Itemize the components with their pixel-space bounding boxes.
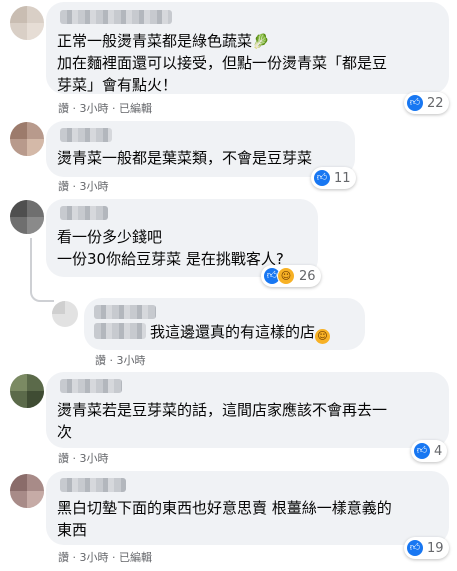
commenter-name-blurred[interactable] xyxy=(60,128,112,142)
timestamp-link[interactable]: 3小時 xyxy=(80,102,109,115)
thumbs-up-icon: 👍︎ xyxy=(407,540,423,556)
comment-meta: 讚 · 3小時 · 已編輯 xyxy=(58,551,152,564)
edited-label: 已編輯 xyxy=(119,102,152,115)
timestamp-link[interactable]: 3小時 xyxy=(80,180,109,193)
timestamp-link[interactable]: 3小時 xyxy=(117,354,146,367)
thread-connector xyxy=(30,238,54,302)
commenter-name-blurred[interactable] xyxy=(60,206,108,220)
reaction-count-badge[interactable]: 👍︎ 11 xyxy=(311,167,356,189)
timestamp-link[interactable]: 3小時 xyxy=(80,452,109,465)
comment-text-line: 看一份多少錢吧 xyxy=(57,228,163,246)
grinning-face-icon: ☺︎ xyxy=(315,329,331,344)
mentioned-name-blurred[interactable] xyxy=(94,323,146,339)
comment-meta: 讚 · 3小時 xyxy=(58,180,109,193)
comment-text-line: 燙青菜一般都是葉菜類，不會是豆芽菜 xyxy=(57,149,313,167)
timestamp-link[interactable]: 3小時 xyxy=(80,551,109,564)
edited-label: 已編輯 xyxy=(119,551,152,564)
comment-text-line: 我這邊還真的有這樣的店 ☺︎ xyxy=(150,321,331,344)
commenter-name-blurred[interactable] xyxy=(60,379,122,393)
laughing-face-icon: ☺︎ xyxy=(277,267,295,285)
commenter-name-blurred[interactable] xyxy=(94,305,156,319)
avatar[interactable] xyxy=(10,6,44,40)
like-link[interactable]: 讚 xyxy=(58,180,69,193)
thumbs-up-icon: 👍︎ xyxy=(407,95,423,111)
comment-text-line: 次 xyxy=(57,423,73,441)
thumbs-up-icon: 👍︎ xyxy=(414,443,430,459)
reaction-count-badge[interactable]: 👍︎ 22 xyxy=(404,92,449,114)
comment-text-line: 黑白切墊下面的東西也好意思賣 根薑絲一樣意義的 xyxy=(57,499,392,517)
comment-text-line: 加在麵裡面還可以接受，但點一份燙青菜「都是豆 xyxy=(57,54,388,72)
reaction-count-badge[interactable]: 👍︎ ☺︎ 26 xyxy=(261,265,321,287)
commenter-name-blurred[interactable] xyxy=(60,10,172,24)
comment-meta: 讚 · 3小時 xyxy=(95,354,146,367)
like-link[interactable]: 讚 xyxy=(58,452,69,465)
comment-meta: 讚 · 3小時 xyxy=(58,452,109,465)
avatar[interactable] xyxy=(10,474,44,508)
avatar[interactable] xyxy=(10,122,44,156)
avatar[interactable] xyxy=(10,374,44,408)
comment-text-line: 東西 xyxy=(57,521,88,539)
comment-text-line: 燙青菜若是豆芽菜的話，這間店家應該不會再去一 xyxy=(57,401,388,419)
like-link[interactable]: 讚 xyxy=(58,551,69,564)
avatar[interactable] xyxy=(10,200,44,234)
reaction-count-badge[interactable]: 👍︎ 19 xyxy=(404,537,449,559)
comment-text-line: 芽菜」會有點火！ xyxy=(57,76,178,94)
comment-meta: 讚 · 3小時 · 已編輯 xyxy=(58,102,152,115)
comment-text-line: 正常一般燙青菜都是綠色蔬菜🥬 xyxy=(57,30,269,53)
leaf-emoji-icon: 🥬 xyxy=(252,34,270,50)
comment-text-line: 一份30你給豆芽菜 是在挑戰客人? xyxy=(57,250,284,268)
reaction-count-badge[interactable]: 👍︎ 4 xyxy=(411,440,448,462)
thumbs-up-icon: 👍︎ xyxy=(314,170,330,186)
commenter-name-blurred[interactable] xyxy=(60,478,126,492)
avatar[interactable] xyxy=(52,301,78,327)
like-link[interactable]: 讚 xyxy=(58,102,69,115)
like-link[interactable]: 讚 xyxy=(95,354,106,367)
